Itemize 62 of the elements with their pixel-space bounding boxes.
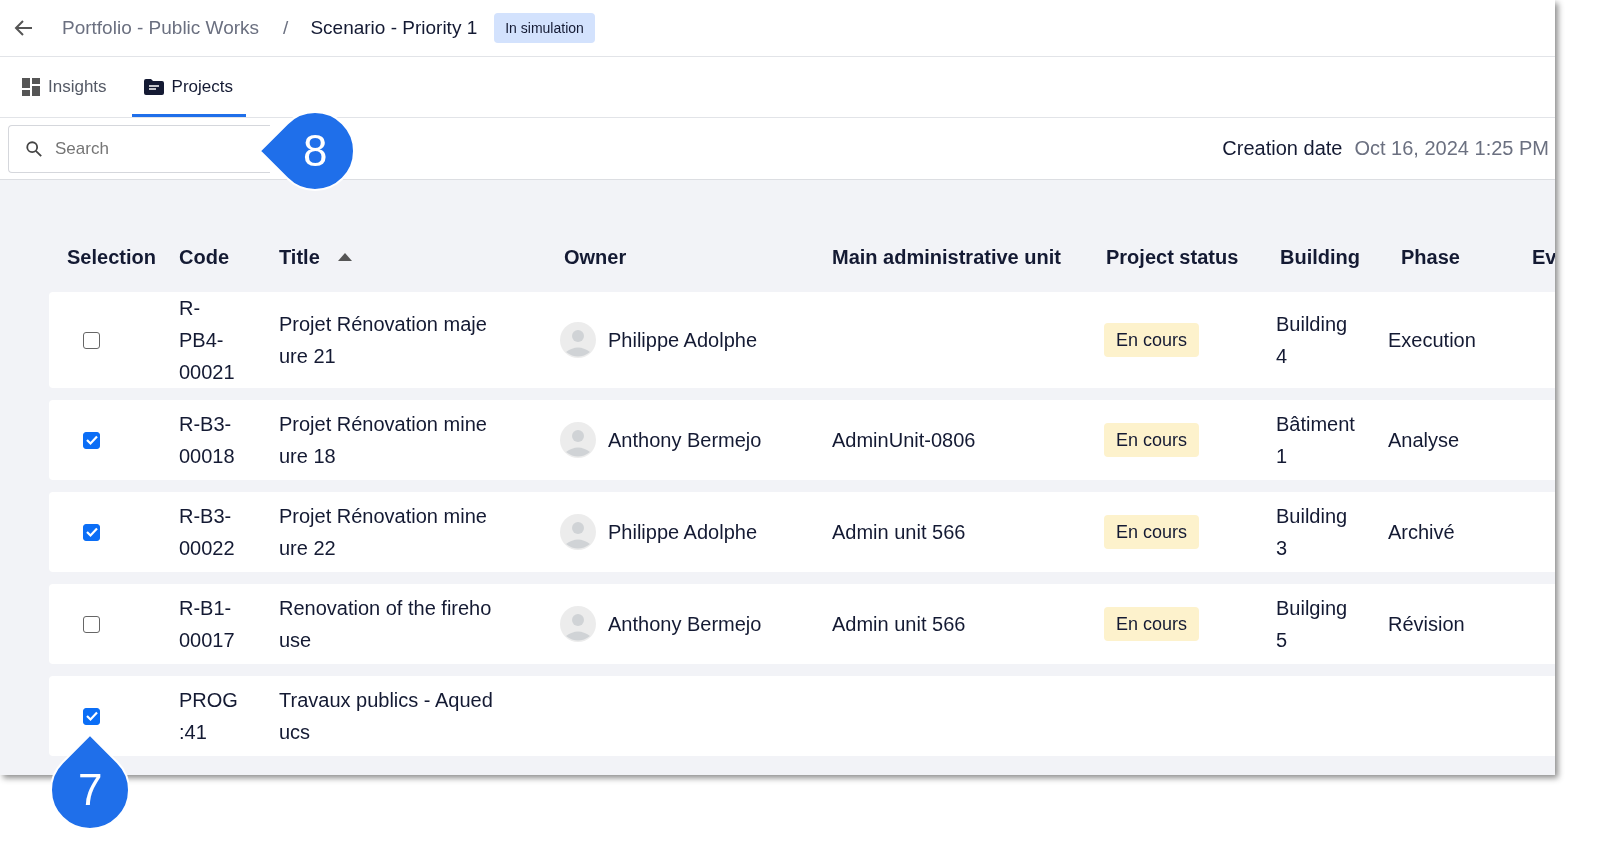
code-cell-text: R-B3-00022 [179, 504, 236, 561]
status-badge: In simulation [494, 13, 595, 43]
table-row[interactable]: R-B1-00017 Renovation of the firehouse Anthony Bermejo Admin unit 566 En cours Builging 5 Révision [49, 584, 1555, 664]
row-checkbox[interactable] [83, 331, 100, 349]
admin-unit-cell-text: Admin unit 566 [832, 520, 966, 545]
column-header[interactable]: Selection [49, 245, 179, 269]
status-tag: En cours [1104, 323, 1200, 357]
page-title: Scenario - Priority 1 [310, 17, 478, 39]
column-header[interactable]: Owner [546, 245, 814, 269]
folder-icon [143, 79, 164, 95]
title-cell-text: Renovation of the firehouse [279, 596, 493, 653]
title-cell-text: Travaux publics - Aqueducs [279, 688, 494, 745]
phase-cell-text: Execution [1388, 328, 1476, 353]
row-checkbox[interactable] [83, 707, 100, 725]
row-checkbox[interactable] [83, 615, 100, 633]
table-row[interactable]: PROG:41 Travaux publics - Aqueducs [49, 676, 1555, 756]
breadcrumb-link[interactable]: Portfolio - Public Works [62, 17, 260, 39]
building-cell-text: Building 4 [1276, 312, 1349, 369]
column-header[interactable]: Project status [1088, 245, 1262, 269]
phase-cell-text: Révision [1388, 612, 1465, 637]
dashboard-icon [22, 78, 40, 96]
column-header[interactable]: Main administrative unit [814, 245, 1088, 269]
table-row[interactable]: R-B3-00022 Projet Rénovation mineure 22 Philippe Adolphe Admin unit 566 En cours Building 3 Archivé [49, 492, 1555, 572]
creation-date-label: Creation date [1222, 137, 1343, 160]
title-cell-text: Projet Rénovation mineure 18 [279, 412, 488, 469]
title-cell-text: Projet Rénovation majeure 21 [279, 312, 488, 369]
title-cell-text: Projet Rénovation mineure 22 [279, 504, 488, 561]
owner-name: Philippe Adolphe [608, 328, 757, 353]
code-cell-text: R-B1-00017 [179, 596, 236, 653]
creation-date-value: Oct 16, 2024 1:25 PM [1354, 137, 1549, 160]
avatar-icon [560, 322, 596, 358]
admin-unit-cell-text: Admin unit 566 [832, 612, 966, 637]
owner-name: Anthony Bermejo [608, 612, 762, 637]
code-cell-text: PROG:41 [179, 688, 239, 745]
column-header[interactable]: Building [1262, 245, 1383, 269]
sort-ascending-icon[interactable] [337, 253, 352, 261]
status-tag: En cours [1104, 607, 1200, 641]
status-tag: En cours [1104, 515, 1200, 549]
column-header[interactable]: Phase [1383, 245, 1514, 269]
table-row[interactable]: R-PB4-00021 Projet Rénovation majeure 21 Philippe Adolphe En cours Building 4 Execution [49, 292, 1555, 388]
owner-name: Philippe Adolphe [608, 520, 757, 545]
tab[interactable]: Insights [22, 57, 120, 117]
phase-cell-text: Analyse [1388, 428, 1460, 453]
column-header[interactable]: Title [279, 245, 546, 269]
search-field[interactable]: Search [8, 124, 270, 173]
row-checkbox[interactable] [83, 523, 100, 541]
avatar-icon [560, 606, 596, 642]
admin-unit-cell-text: AdminUnit-0806 [832, 428, 976, 453]
code-cell-text: R-B3-00018 [179, 412, 236, 469]
building-cell-text: Builging 5 [1276, 596, 1349, 653]
building-cell-text: Building 3 [1276, 504, 1349, 561]
avatar-icon [560, 422, 596, 458]
breadcrumb-separator: / [283, 17, 289, 39]
code-cell-text: R-PB4-00021 [179, 296, 236, 385]
status-tag: En cours [1104, 423, 1200, 457]
owner-name: Anthony Bermejo [608, 428, 762, 453]
avatar-icon [560, 514, 596, 550]
row-checkbox[interactable] [83, 431, 100, 449]
column-header[interactable]: Code [179, 245, 279, 269]
table-row[interactable]: R-B3-00018 Projet Rénovation mineure 18 Anthony Bermejo AdminUnit-0806 En cours Bâtiment 1 Analyse [49, 400, 1555, 480]
phase-cell-text: Archivé [1388, 520, 1455, 545]
search-icon [25, 139, 43, 158]
